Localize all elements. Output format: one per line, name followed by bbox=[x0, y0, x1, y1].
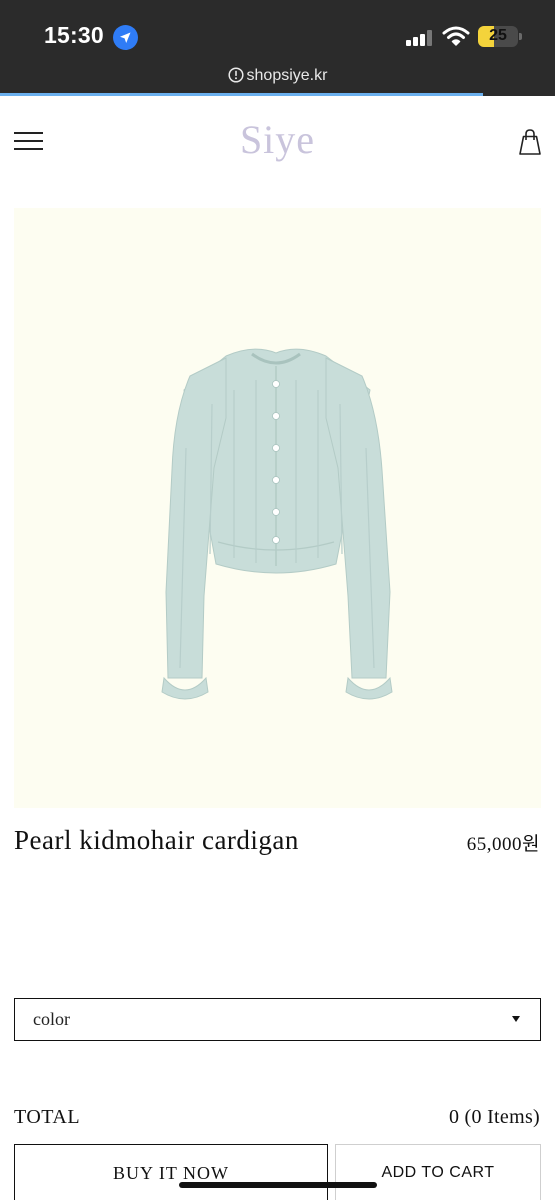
url-text[interactable]: shopsiye.kr bbox=[247, 67, 328, 84]
total-value: 0 (0 Items) bbox=[448, 1106, 540, 1128]
cardigan-illustration bbox=[161, 348, 393, 700]
product-name: Pearl kidmohair cardigan bbox=[14, 825, 299, 855]
status-time: 15:30 bbox=[44, 22, 104, 48]
wifi-icon bbox=[442, 26, 470, 46]
location-arrow-icon bbox=[113, 25, 138, 50]
color-select[interactable]: color bbox=[14, 998, 541, 1041]
buy-now-label: BUY IT NOW bbox=[113, 1163, 229, 1183]
site-logo[interactable]: Siye bbox=[0, 116, 555, 163]
home-indicator[interactable] bbox=[179, 1182, 377, 1188]
page-load-progress bbox=[0, 93, 483, 96]
cellular-signal-icon bbox=[406, 30, 432, 46]
caret-down-icon bbox=[512, 1016, 520, 1022]
buy-now-button[interactable]: BUY IT NOW bbox=[14, 1144, 328, 1200]
battery-level: 25 bbox=[489, 27, 507, 44]
product-price: 65,000원 bbox=[466, 834, 540, 855]
add-to-cart-label: ADD TO CART bbox=[381, 1164, 495, 1181]
total-label: TOTAL bbox=[14, 1106, 81, 1128]
battery-cap bbox=[519, 33, 522, 40]
status-bar: 15:30 25 bbox=[0, 0, 555, 62]
battery-icon: 25 bbox=[478, 26, 518, 47]
shopping-bag-icon[interactable] bbox=[517, 128, 543, 156]
info-circle-icon[interactable] bbox=[227, 67, 244, 83]
color-select-value: color bbox=[33, 1009, 70, 1029]
address-bar[interactable]: shopsiye.kr bbox=[0, 62, 555, 94]
add-to-cart-button[interactable]: ADD TO CART bbox=[335, 1144, 541, 1200]
product-image[interactable] bbox=[14, 208, 541, 808]
